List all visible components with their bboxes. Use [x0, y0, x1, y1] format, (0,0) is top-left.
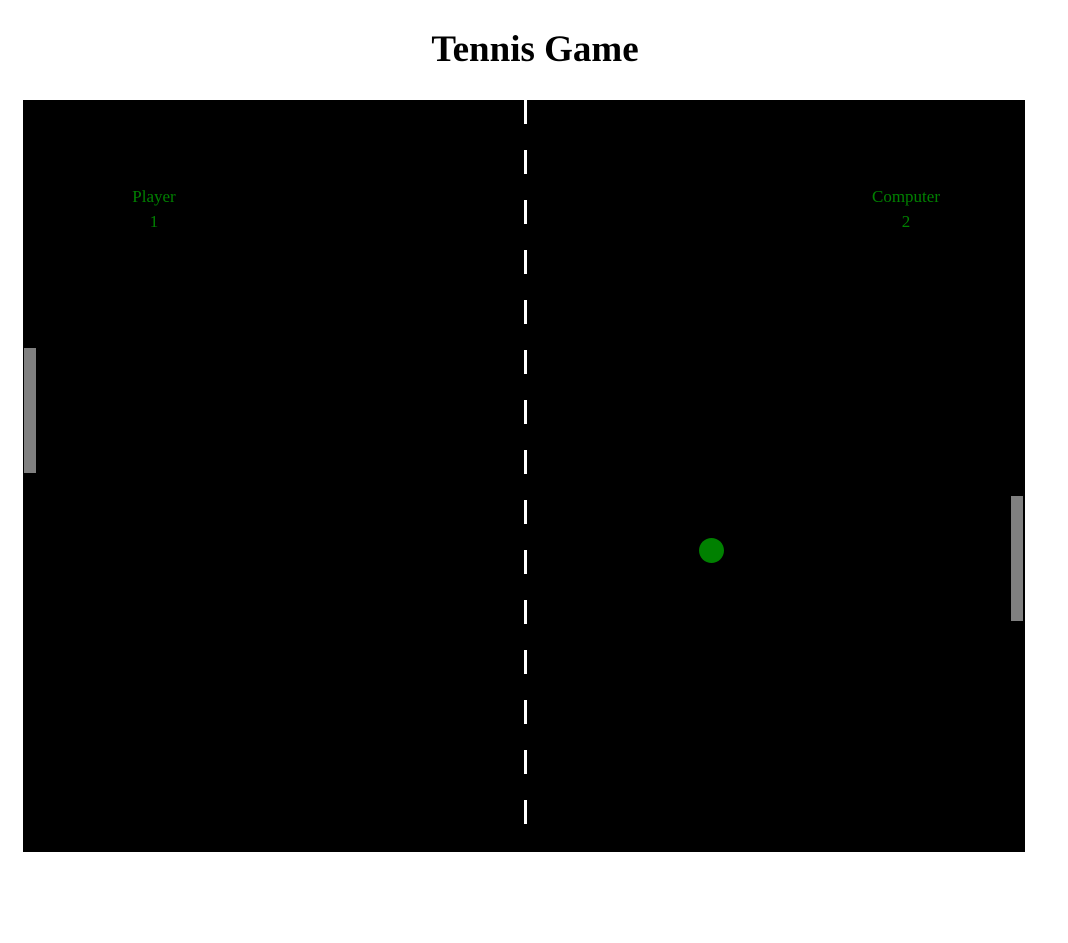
ball [699, 538, 724, 563]
net-dash [524, 800, 527, 824]
computer-score: 2 [901, 212, 911, 231]
computer-paddle [1011, 496, 1023, 621]
net-dash [524, 650, 527, 674]
net-dash [524, 100, 527, 124]
net-dash [524, 750, 527, 774]
net-dash [524, 500, 527, 524]
net-dash [524, 600, 527, 624]
net-dash [524, 200, 527, 224]
computer-label: Computer [872, 187, 940, 206]
player-score: 1 [149, 212, 159, 231]
net-dash [524, 150, 527, 174]
net-dash [524, 700, 527, 724]
net-dash [524, 450, 527, 474]
game-canvas[interactable]: Player 1 Computer 2 [23, 100, 1025, 852]
player-score-panel: Player 1 [104, 184, 204, 234]
computer-score-panel: Computer 2 [856, 184, 956, 234]
net-dash [524, 250, 527, 274]
page-title: Tennis Game [431, 29, 639, 70]
net-dash [524, 300, 527, 324]
net-dash [524, 350, 527, 374]
net-dash [524, 400, 527, 424]
player-paddle[interactable] [24, 348, 36, 473]
player-label: Player [132, 187, 176, 206]
net-dash [524, 550, 527, 574]
